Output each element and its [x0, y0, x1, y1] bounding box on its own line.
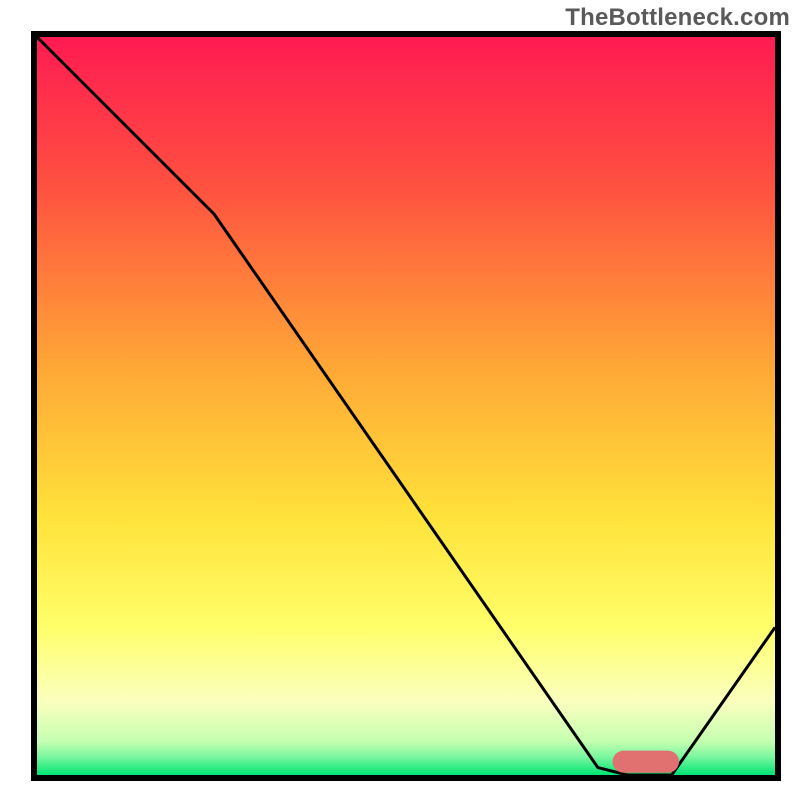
optimal-range-marker: [613, 751, 679, 773]
chart-frame: TheBottleneck.com: [0, 0, 800, 800]
watermark-text: TheBottleneck.com: [565, 4, 790, 32]
bottleneck-chart: [37, 37, 775, 775]
plot-border: [31, 31, 781, 781]
